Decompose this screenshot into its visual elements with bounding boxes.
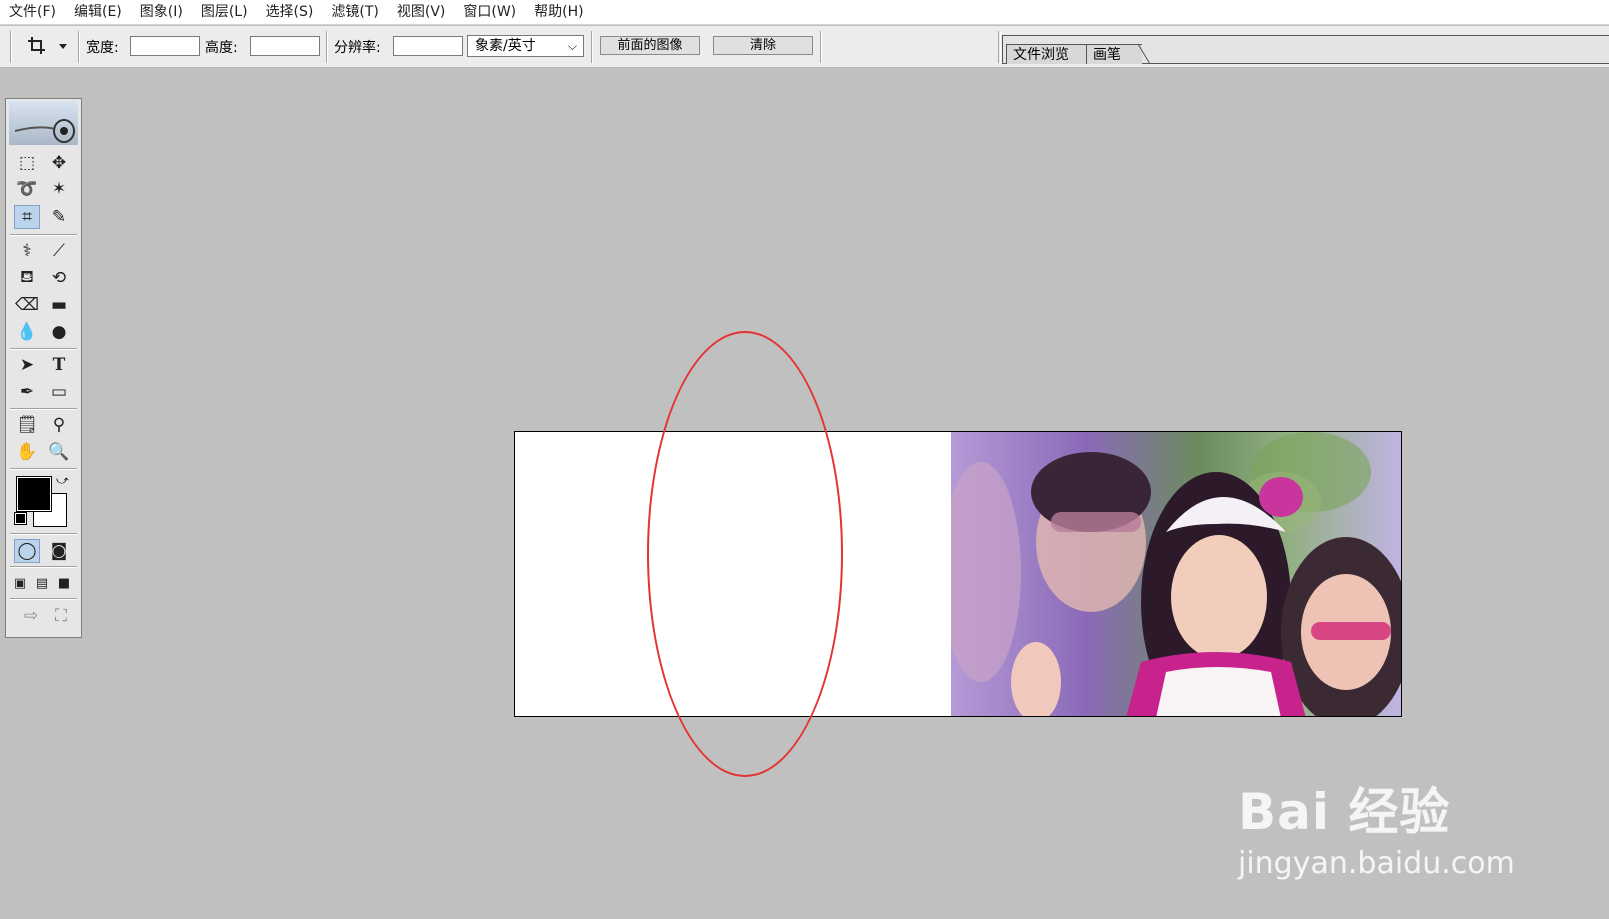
front-image-button[interactable]: 前面的图像 [600, 36, 700, 55]
marquee-icon[interactable]: ⬚ [14, 151, 40, 175]
eraser-icon[interactable]: ⌫ [14, 293, 40, 317]
tab-file-browser[interactable]: 文件浏览 [1006, 44, 1090, 64]
menu-layer[interactable]: 图层(L) [192, 0, 257, 25]
baidu-jingyan-logo: Bai 经验 [1238, 772, 1450, 844]
healing-brush-icon[interactable]: ⚕ [14, 239, 40, 263]
full-screen-icon[interactable]: ■ [54, 571, 74, 595]
dodge-icon[interactable]: ● [46, 320, 72, 344]
menu-edit[interactable]: 编辑(E) [65, 0, 131, 25]
default-colors-icon[interactable] [14, 512, 27, 525]
toolbox-divider [10, 408, 77, 410]
toolbox-divider [10, 598, 77, 600]
toolbox-divider [10, 348, 77, 350]
crop-icon[interactable]: ⌗ [14, 205, 40, 229]
palette-well: 文件浏览 画笔 [1000, 30, 1609, 64]
toolbox-header[interactable] [9, 101, 78, 145]
toolbox-divider [10, 234, 77, 236]
menu-view[interactable]: 视图(V) [388, 0, 455, 25]
resolution-field[interactable] [393, 36, 463, 56]
zoom-icon[interactable]: 🔍 [46, 440, 72, 464]
unit-select[interactable]: 象素/英寸 ⌵ [467, 35, 584, 57]
shape-icon[interactable]: ▭ [46, 380, 72, 404]
options-grip [10, 31, 12, 63]
menu-filter[interactable]: 滤镜(T) [322, 0, 387, 25]
feather-eye-icon [14, 119, 75, 143]
menu-help[interactable]: 帮助(H) [525, 0, 592, 25]
lasso-icon[interactable]: ➰ [14, 177, 40, 201]
watermark-url: jingyan.baidu.com [1238, 846, 1515, 881]
full-screen-menu-icon[interactable]: ▤ [32, 571, 52, 595]
watermark-logo-text: Bai 经验 [1238, 783, 1451, 841]
magic-wand-icon[interactable]: ✶ [46, 177, 72, 201]
tab-corner [1138, 44, 1150, 64]
resolution-label: 分辨率: [334, 40, 381, 56]
tool-preset-picker[interactable] [26, 34, 70, 62]
height-label: 高度: [205, 40, 238, 56]
options-divider [591, 31, 593, 63]
notes-icon[interactable]: 🗒 [14, 413, 40, 437]
jump-to-imageready-icon[interactable]: ⇨ [14, 604, 48, 628]
history-brush-icon[interactable]: ⟲ [46, 266, 72, 290]
menu-select[interactable]: 选择(S) [257, 0, 323, 25]
menu-image[interactable]: 图象(I) [131, 0, 192, 25]
options-divider [78, 31, 80, 63]
menu-bar: 文件(F) 编辑(E) 图象(I) 图层(L) 选择(S) 滤镜(T) 视图(V… [0, 0, 1609, 25]
tab-brushes[interactable]: 画笔 [1086, 44, 1142, 64]
eyedropper-icon[interactable]: ⚲ [46, 413, 72, 437]
options-divider [326, 31, 328, 63]
quick-mask-icon[interactable]: ◙ [46, 539, 72, 563]
width-field[interactable] [130, 36, 200, 56]
toolbox-divider [10, 533, 77, 535]
clear-button[interactable]: 清除 [713, 36, 813, 55]
standard-screen-icon[interactable]: ▣ [10, 571, 30, 595]
clone-stamp-icon[interactable]: ⛾ [14, 266, 40, 290]
menu-file[interactable]: 文件(F) [0, 0, 65, 25]
height-field[interactable] [250, 36, 320, 56]
highlight-ellipse [647, 331, 843, 777]
slice-icon[interactable]: ✎ [46, 205, 72, 229]
photo-layer [951, 432, 1401, 716]
standard-mode-icon[interactable]: ◯ [14, 539, 40, 563]
imageready-icon[interactable]: ⛶ [48, 604, 74, 628]
brush-icon[interactable]: ⟋ [46, 239, 72, 263]
options-divider [820, 31, 822, 63]
chevron-down-icon: ⌵ [567, 39, 577, 53]
menu-window[interactable]: 窗口(W) [454, 0, 525, 25]
toolbox-divider [10, 566, 77, 568]
width-label: 宽度: [86, 40, 119, 56]
swap-colors-icon[interactable]: ⤻ [56, 473, 69, 488]
unit-select-value: 象素/英寸 [475, 38, 536, 54]
text-icon[interactable]: T [46, 353, 72, 377]
crop-icon [28, 37, 67, 54]
gradient-icon[interactable]: ▬ [46, 293, 72, 317]
pen-icon[interactable]: ✒ [14, 380, 40, 404]
photo-people [951, 432, 1401, 716]
toolbox: ⬚ ✥ ➰ ✶ ⌗ ✎ ⚕ ⟋ ⛾ ⟲ ⌫ ▬ 💧 ● ➤ T ✒ ▭ 🗒 ⚲ … [5, 98, 82, 638]
blur-icon[interactable]: 💧 [14, 320, 40, 344]
hand-icon[interactable]: ✋ [14, 440, 40, 464]
path-select-icon[interactable]: ➤ [14, 353, 40, 377]
foreground-color-swatch[interactable] [16, 476, 52, 512]
move-icon[interactable]: ✥ [46, 151, 72, 175]
toolbox-divider [10, 468, 77, 470]
